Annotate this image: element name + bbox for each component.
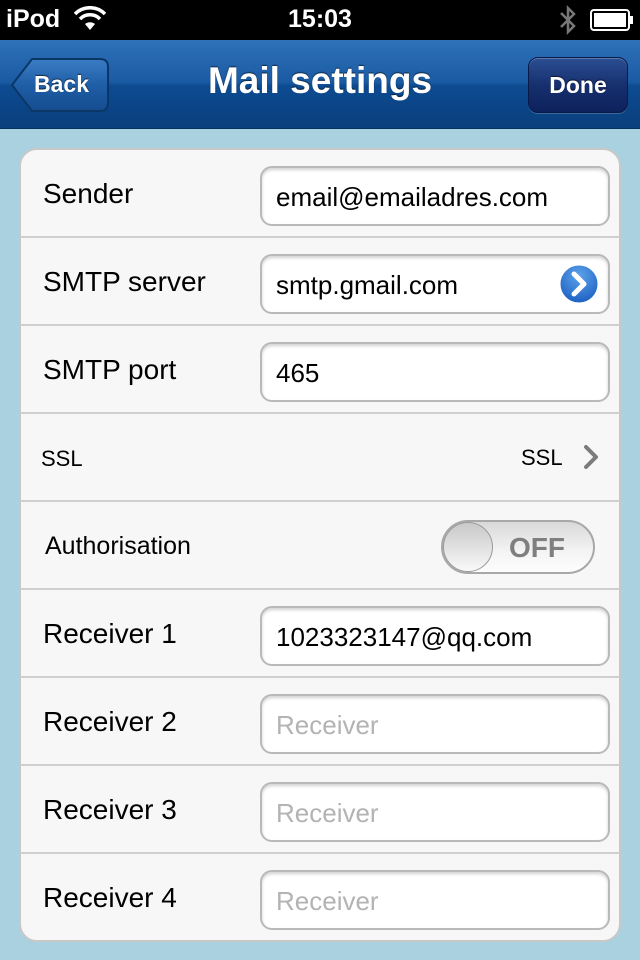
receiver-1-row: Receiver 1 1023323147@qq.com	[21, 590, 619, 678]
navigation-bar: Back Mail settings Done	[0, 40, 640, 129]
bluetooth-icon	[558, 4, 578, 43]
receiver-2-label: Receiver 2	[43, 706, 177, 737]
toggle-state-label: OFF	[509, 532, 565, 563]
authorisation-toggle[interactable]: OFF	[441, 520, 595, 574]
smtp-port-input-value: 465	[276, 358, 320, 388]
receiver-2-placeholder: Receiver	[276, 710, 379, 740]
sender-input[interactable]: email@emailadres.com	[260, 166, 610, 226]
receiver-1-label: Receiver 1	[43, 618, 177, 649]
smtp-server-row: SMTP server smtp.gmail.com	[21, 238, 619, 326]
battery-icon	[590, 9, 634, 38]
authorisation-label: Authorisation	[45, 532, 191, 560]
receiver-4-input[interactable]: Receiver	[260, 870, 610, 930]
smtp-server-label: SMTP server	[43, 266, 206, 297]
receiver-2-row: Receiver 2 Receiver	[21, 678, 619, 766]
smtp-port-input[interactable]: 465	[260, 342, 610, 402]
mail-settings-table: Sender email@emailadres.com SMTP server …	[19, 148, 621, 942]
smtp-port-label: SMTP port	[43, 354, 177, 385]
status-time: 15:03	[288, 5, 352, 33]
done-button[interactable]: Done	[528, 57, 628, 113]
receiver-4-label: Receiver 4	[43, 882, 177, 913]
smtp-port-row: SMTP port 465	[21, 326, 619, 414]
receiver-3-label: Receiver 3	[43, 794, 177, 825]
receiver-3-placeholder: Receiver	[276, 798, 379, 828]
chevron-right-icon	[583, 444, 599, 475]
ssl-row[interactable]: SSL SSL	[21, 414, 619, 502]
ssl-label: SSL	[41, 446, 83, 471]
sender-row: Sender email@emailadres.com	[21, 150, 619, 238]
toggle-knob	[443, 522, 493, 572]
authorisation-row: Authorisation OFF	[21, 502, 619, 590]
smtp-server-input-value: smtp.gmail.com	[276, 270, 459, 300]
status-bar: iPod 15:03	[0, 0, 640, 40]
receiver-2-input[interactable]: Receiver	[260, 694, 610, 754]
receiver-3-row: Receiver 3 Receiver	[21, 766, 619, 854]
receiver-1-input-value: 1023323147@qq.com	[276, 622, 533, 652]
detail-disclosure-icon[interactable]	[557, 262, 601, 306]
sender-label: Sender	[43, 178, 134, 209]
receiver-4-row: Receiver 4 Receiver	[21, 854, 619, 940]
ssl-value: SSL	[521, 445, 563, 470]
sender-input-value: email@emailadres.com	[276, 182, 549, 212]
receiver-4-placeholder: Receiver	[276, 886, 379, 916]
receiver-1-input[interactable]: 1023323147@qq.com	[260, 606, 610, 666]
receiver-3-input[interactable]: Receiver	[260, 782, 610, 842]
